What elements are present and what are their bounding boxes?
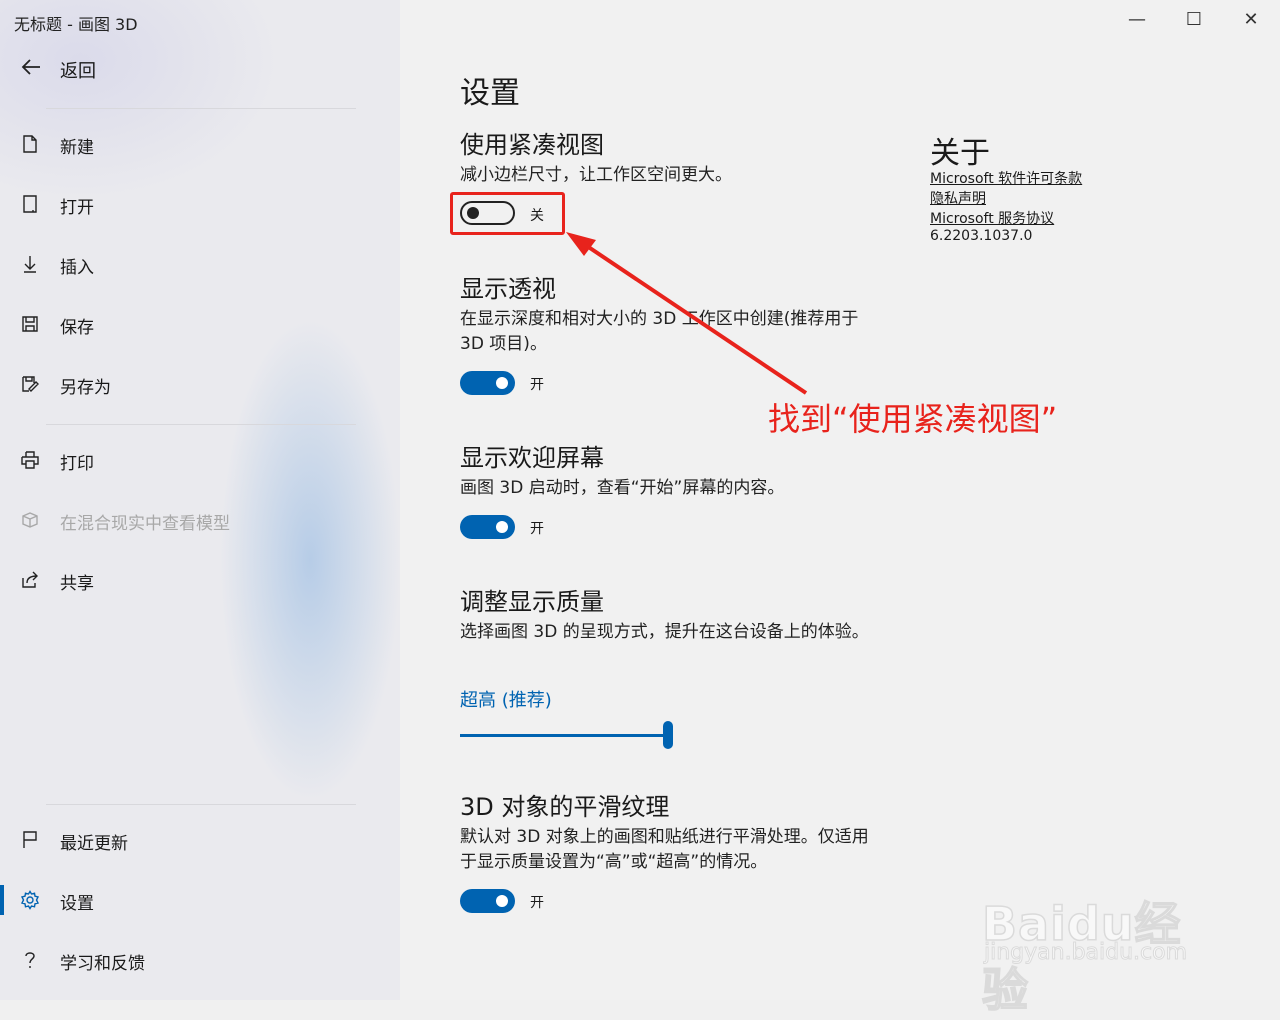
annotation-text: 找到“使用紧凑视图” (768, 400, 1058, 438)
annotation-arrow (566, 232, 808, 395)
watermark-sub: jingyan.baidu.com (983, 940, 1188, 966)
baidu-watermark: Baidu经验 jingyan.baidu.com (981, 860, 1222, 1018)
